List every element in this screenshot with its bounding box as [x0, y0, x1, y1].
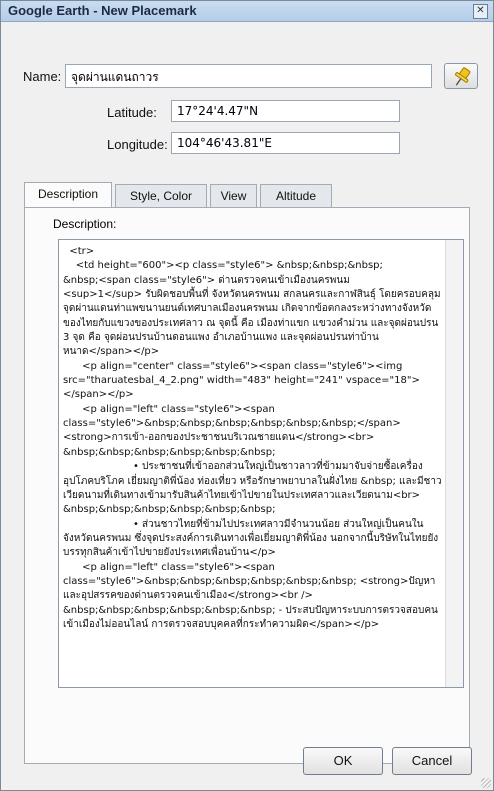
longitude-label: Longitude:: [107, 137, 168, 152]
latitude-input[interactable]: 17°24'4.47"N: [171, 100, 400, 122]
tab-view[interactable]: View: [210, 184, 257, 207]
placemark-dialog: Google Earth - New Placemark ✕ Name: จุด…: [0, 0, 494, 791]
tab-style-color[interactable]: Style, Color: [115, 184, 207, 207]
description-scrollbar[interactable]: [445, 240, 463, 687]
longitude-input[interactable]: 104°46'43.81"E: [171, 132, 400, 154]
name-label: Name:: [23, 69, 62, 84]
placemark-icon-button[interactable]: [444, 63, 478, 89]
close-button[interactable]: ✕: [473, 4, 488, 19]
tab-altitude[interactable]: Altitude: [260, 184, 332, 207]
pushpin-icon: [455, 67, 471, 86]
description-text: <tr> <td height="600"><p class="style6">…: [63, 246, 442, 630]
ok-button[interactable]: OK: [303, 747, 383, 775]
name-input[interactable]: จุดผ่านแดนถาวร: [65, 64, 432, 88]
window-title: Google Earth - New Placemark: [8, 3, 197, 18]
tab-description[interactable]: Description: [24, 182, 112, 207]
title-bar[interactable]: Google Earth - New Placemark ✕: [1, 1, 493, 22]
description-label: Description:: [53, 217, 117, 231]
description-textarea[interactable]: <tr> <td height="600"><p class="style6">…: [58, 239, 464, 688]
latitude-label: Latitude:: [107, 105, 157, 120]
cancel-button[interactable]: Cancel: [392, 747, 472, 775]
resize-grip[interactable]: [481, 778, 491, 788]
